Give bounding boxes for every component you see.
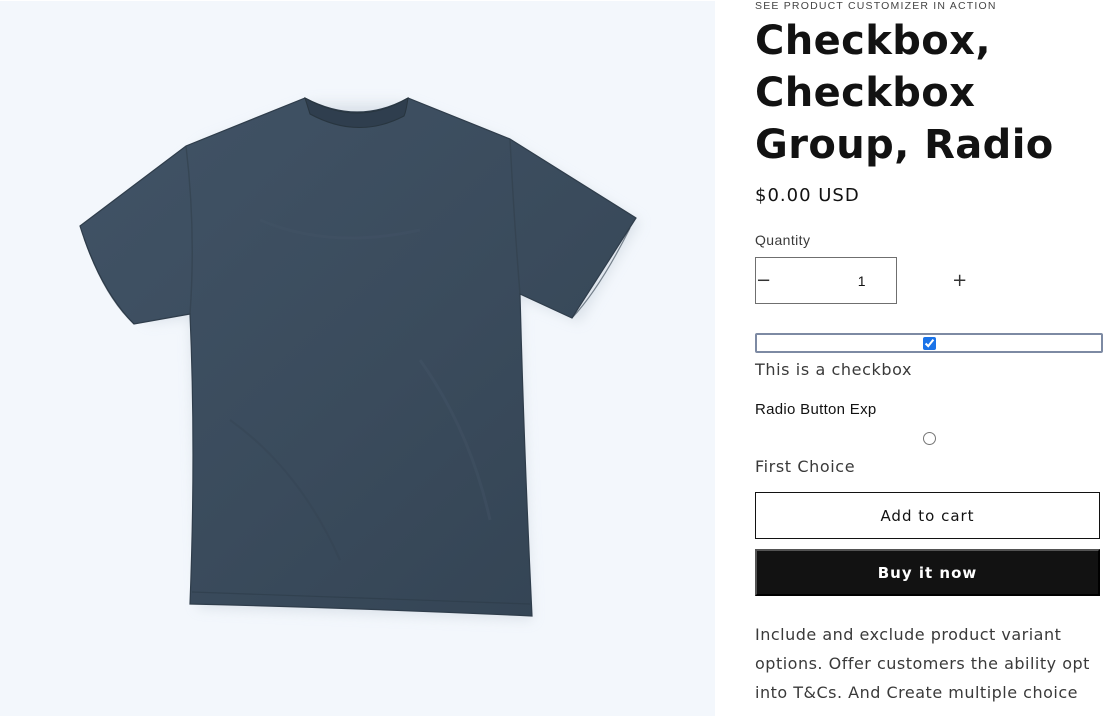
radio-group-heading: Radio Button Exp	[755, 401, 877, 418]
product-title: Checkbox, Checkbox Group, Radio	[755, 18, 1054, 168]
quantity-input[interactable]	[771, 258, 953, 303]
quantity-increase-button[interactable]: +	[952, 258, 967, 303]
quantity-decrease-button[interactable]: −	[756, 258, 771, 303]
radio-label[interactable]: First Choice	[755, 457, 855, 476]
add-to-cart-button[interactable]: Add to cart	[755, 492, 1100, 539]
product-description: Include and exclude product variant opti…	[755, 625, 1090, 702]
product-media	[0, 0, 715, 716]
first-choice-radio[interactable]	[923, 432, 936, 445]
checkbox-field	[755, 333, 1103, 353]
buy-it-now-button[interactable]: Buy it now	[755, 549, 1100, 596]
option-checkbox[interactable]	[923, 337, 936, 350]
product-eyebrow: SEE PRODUCT CUSTOMIZER IN ACTION	[755, 0, 997, 12]
product-image-tshirt[interactable]	[0, 0, 715, 716]
checkbox-label[interactable]: This is a checkbox	[755, 360, 912, 379]
quantity-selector: − +	[755, 257, 967, 304]
product-page: SEE PRODUCT CUSTOMIZER IN ACTION Checkbo…	[0, 0, 1120, 716]
product-price: $0.00 USD	[755, 185, 860, 206]
quantity-label: Quantity	[755, 232, 811, 248]
